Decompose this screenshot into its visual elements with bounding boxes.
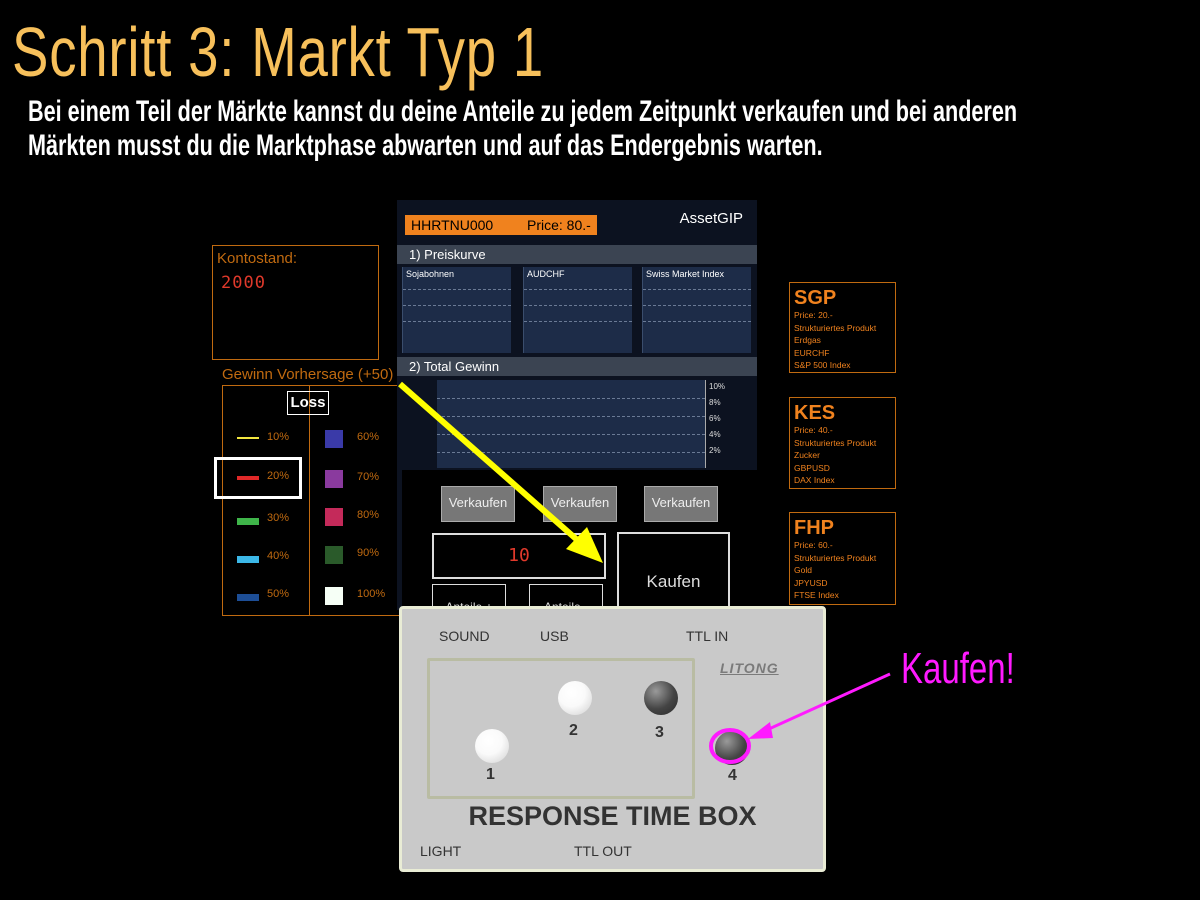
yellow-arrow [398, 381, 603, 563]
button-4-highlight-circle [709, 728, 751, 764]
magenta-arrow [748, 672, 891, 739]
kaufen-annotation: Kaufen! [901, 644, 1015, 693]
annotation-overlay [398, 381, 891, 764]
